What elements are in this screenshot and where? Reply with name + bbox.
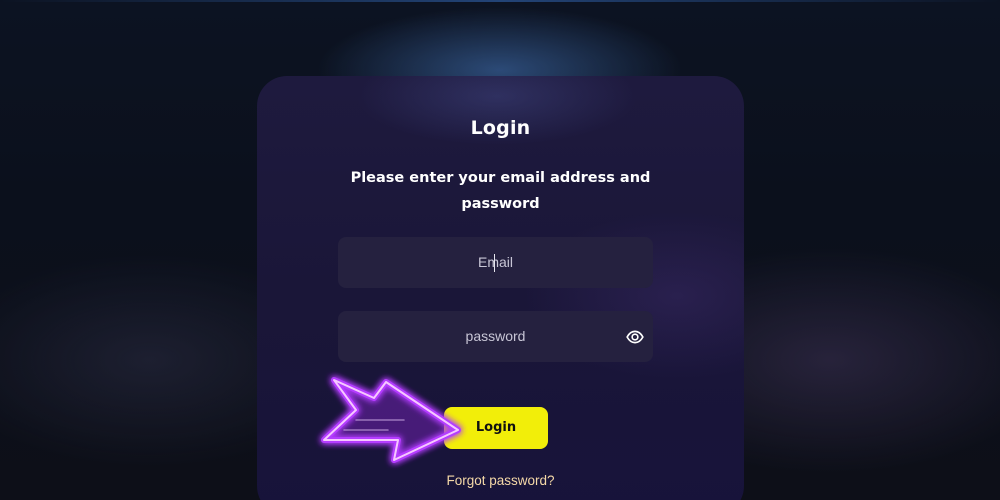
password-field[interactable]: password <box>338 311 653 362</box>
forgot-password-link[interactable]: Forgot password? <box>257 473 744 488</box>
login-instructions: Please enter your email address and pass… <box>350 170 651 212</box>
eye-icon[interactable] <box>626 328 644 346</box>
password-placeholder: password <box>465 328 526 344</box>
text-caret <box>494 254 495 272</box>
neon-arrow-icon <box>321 377 461 463</box>
top-accent-line <box>0 0 1000 2</box>
email-field[interactable]: Email <box>338 237 653 288</box>
page-title: Login <box>470 117 531 139</box>
email-placeholder: Email <box>477 254 513 270</box>
